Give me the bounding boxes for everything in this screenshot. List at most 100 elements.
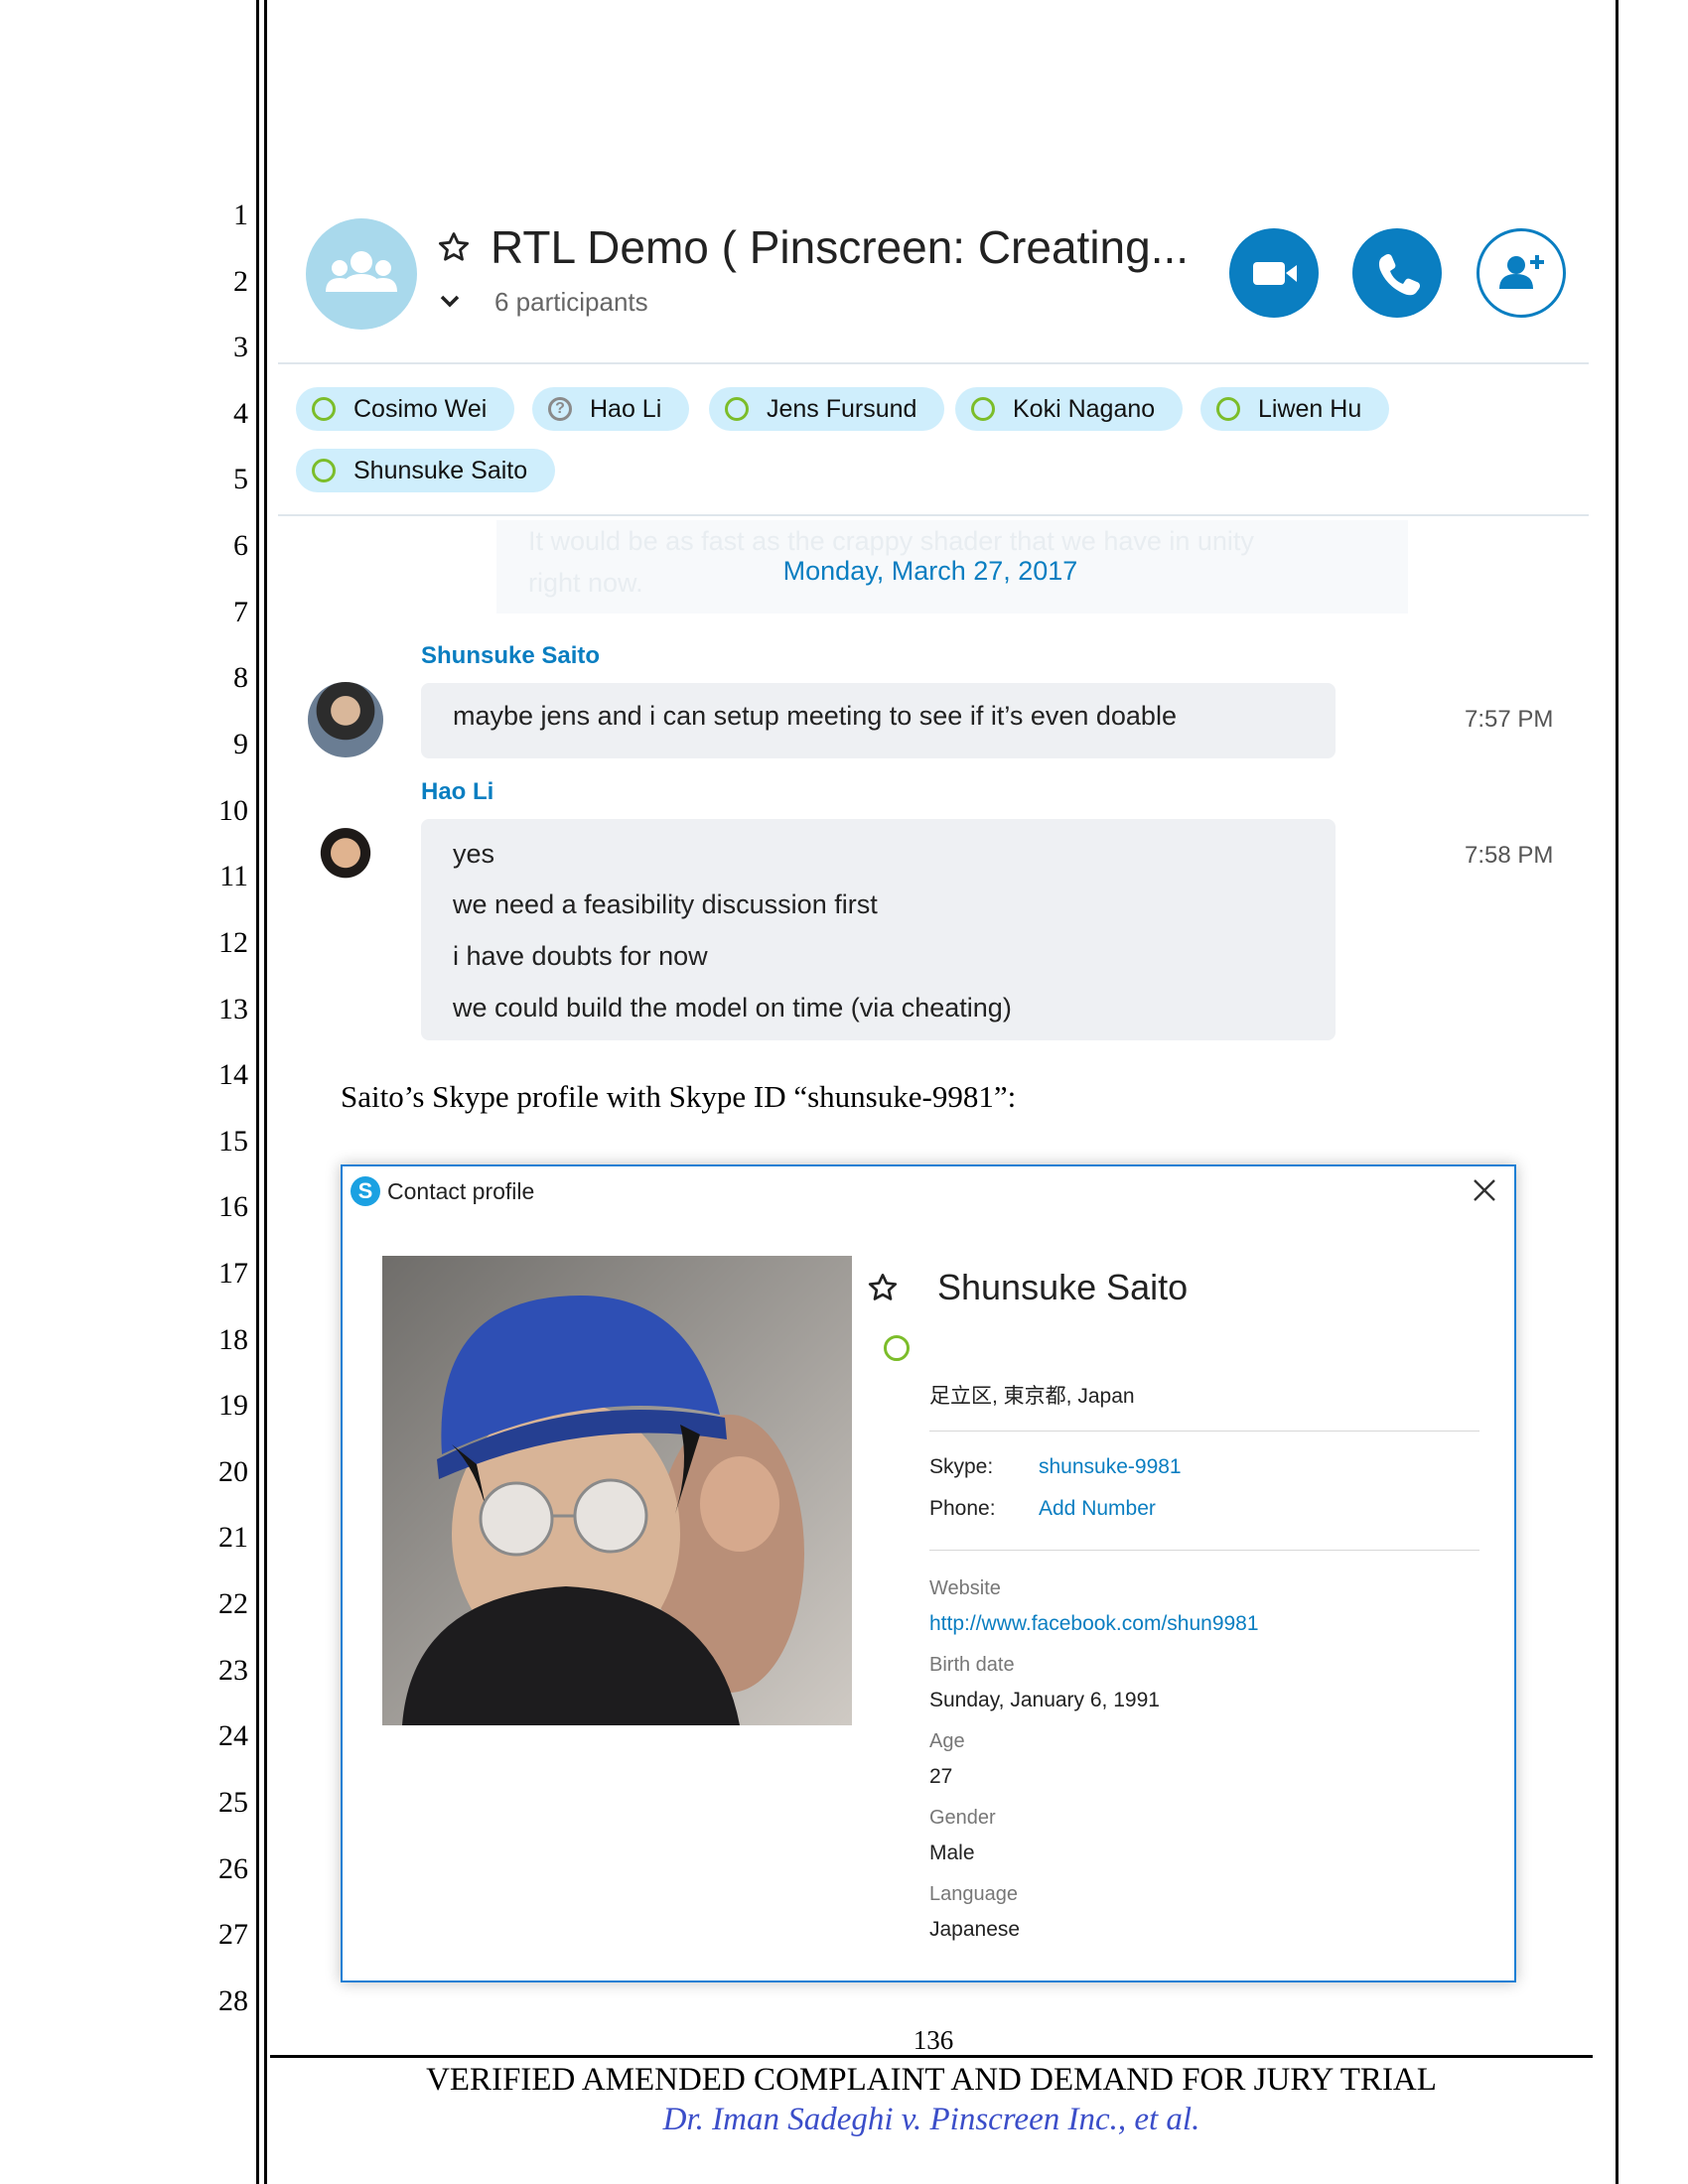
- line-number: 22: [218, 1587, 248, 1620]
- gender-label: Gender: [929, 1807, 996, 1829]
- line-number: 6: [233, 529, 248, 562]
- message-bubble[interactable]: yes we need a feasibility discussion fir…: [421, 819, 1336, 1040]
- document-title: VERIFIED AMENDED COMPLAINT AND DEMAND FO…: [426, 2062, 1437, 2098]
- chips-divider: [278, 514, 1589, 516]
- skype-id-link[interactable]: shunsuke-9981: [1039, 1455, 1182, 1479]
- message-line: we could build the model on time (via ch…: [453, 993, 1012, 1023]
- participant-name: Koki Nagano: [1013, 394, 1156, 423]
- message-line: we need a feasibility discussion first: [453, 889, 878, 919]
- message-line: i have doubts for now: [453, 941, 708, 971]
- case-caption: Dr. Iman Sadeghi v. Pinscreen Inc., et a…: [662, 2102, 1200, 2137]
- group-avatar: [306, 218, 417, 330]
- close-icon[interactable]: [1472, 1177, 1497, 1203]
- line-number: 13: [218, 993, 248, 1025]
- message-bubble[interactable]: maybe jens and i can setup meeting to se…: [421, 683, 1336, 758]
- line-number: 16: [218, 1190, 248, 1223]
- message-sender: Shunsuke Saito: [421, 642, 601, 669]
- participant-chip[interactable]: Koki Nagano: [955, 387, 1184, 431]
- line-number: 19: [218, 1389, 248, 1422]
- birth-date-value: Sunday, January 6, 1991: [929, 1689, 1160, 1711]
- line-number: 4: [233, 397, 248, 430]
- presence-status-icon: [884, 1335, 910, 1361]
- line-number: 23: [218, 1654, 248, 1687]
- profile-photo: [382, 1256, 852, 1725]
- margin-line-left-outer: [256, 0, 259, 2184]
- language-label: Language: [929, 1883, 1018, 1905]
- participant-name: Jens Fursund: [767, 394, 917, 423]
- video-call-button[interactable]: [1229, 228, 1319, 318]
- line-number: 3: [233, 331, 248, 363]
- audio-call-button[interactable]: [1352, 228, 1442, 318]
- participant-name: Shunsuke Saito: [353, 456, 528, 484]
- message-sender: Hao Li: [421, 778, 494, 805]
- unknown-status-icon: ?: [548, 397, 572, 421]
- line-number: 7: [233, 596, 248, 628]
- avatar: [308, 682, 383, 757]
- age-value: 27: [929, 1765, 953, 1788]
- line-number: 14: [218, 1058, 248, 1091]
- star-icon[interactable]: [437, 230, 471, 264]
- line-number: 9: [233, 728, 248, 760]
- favorite-star-icon[interactable]: [867, 1272, 899, 1303]
- add-participant-button[interactable]: [1477, 228, 1566, 318]
- margin-line-left-inner: [264, 0, 267, 2184]
- participant-chip[interactable]: ? Hao Li: [532, 387, 690, 431]
- line-number: 8: [233, 661, 248, 694]
- profile-name: Shunsuke Saito: [937, 1267, 1189, 1307]
- footer-rule: [270, 2055, 1593, 2058]
- line-number: 25: [218, 1786, 248, 1819]
- date-separator: Monday, March 27, 2017: [782, 556, 1078, 586]
- online-status-icon: [725, 397, 749, 421]
- chevron-down-icon[interactable]: [438, 292, 462, 310]
- participant-chip[interactable]: Cosimo Wei: [296, 387, 515, 431]
- add-person-icon: [1499, 255, 1544, 289]
- line-number: 12: [218, 926, 248, 959]
- line-number: 28: [218, 1984, 248, 2017]
- page-number: 136: [913, 2025, 954, 2055]
- caption: Saito’s Skype profile with Skype ID “shu…: [341, 1079, 1017, 1114]
- faded-message-line: It would be as fast as the crappy shader…: [528, 526, 1254, 556]
- age-label: Age: [929, 1730, 965, 1752]
- avatar: [308, 819, 383, 894]
- message-line: maybe jens and i can setup meeting to se…: [453, 701, 1177, 731]
- line-number: 18: [218, 1323, 248, 1356]
- line-number: 1: [233, 199, 248, 231]
- window-title: Contact profile: [387, 1178, 535, 1204]
- message-line: yes: [453, 839, 495, 869]
- line-number: 10: [218, 794, 248, 827]
- line-number: 27: [218, 1918, 248, 1951]
- online-status-icon: [971, 397, 995, 421]
- online-status-icon: [1216, 397, 1240, 421]
- line-number: 11: [219, 860, 248, 892]
- line-number: 26: [218, 1852, 248, 1885]
- line-number: 21: [218, 1521, 248, 1554]
- website-label: Website: [929, 1577, 1001, 1599]
- language-value: Japanese: [929, 1918, 1021, 1941]
- message-time: 7:57 PM: [1465, 706, 1554, 733]
- group-icon: [326, 251, 397, 292]
- participant-chip[interactable]: Liwen Hu: [1200, 387, 1390, 431]
- phone-label: Phone:: [929, 1497, 996, 1520]
- skype-label: Skype:: [929, 1455, 994, 1478]
- video-camera-icon: [1253, 262, 1297, 285]
- participant-chip[interactable]: Jens Fursund: [709, 387, 945, 431]
- line-number: 20: [218, 1455, 248, 1488]
- participant-chip[interactable]: Shunsuke Saito: [296, 449, 556, 492]
- line-number: 17: [218, 1257, 248, 1290]
- profile-location: 足立区, 東京都, Japan: [929, 1385, 1135, 1408]
- message-time: 7:58 PM: [1465, 842, 1554, 869]
- line-number: 24: [218, 1719, 248, 1752]
- participant-count: 6 participants: [494, 287, 648, 317]
- birth-date-label: Birth date: [929, 1654, 1015, 1676]
- chat-title: RTL Demo ( Pinscreen: Creating...: [491, 221, 1190, 273]
- website-link[interactable]: http://www.facebook.com/shun9981: [929, 1612, 1259, 1636]
- margin-line-right: [1616, 0, 1618, 2184]
- online-status-icon: [312, 397, 336, 421]
- online-status-icon: [312, 459, 336, 482]
- line-number: 5: [233, 463, 248, 495]
- add-number-link[interactable]: Add Number: [1039, 1497, 1156, 1521]
- profile-divider: [929, 1550, 1479, 1551]
- gender-value: Male: [929, 1842, 975, 1864]
- participant-name: Hao Li: [590, 394, 662, 423]
- phone-icon: [1378, 253, 1421, 296]
